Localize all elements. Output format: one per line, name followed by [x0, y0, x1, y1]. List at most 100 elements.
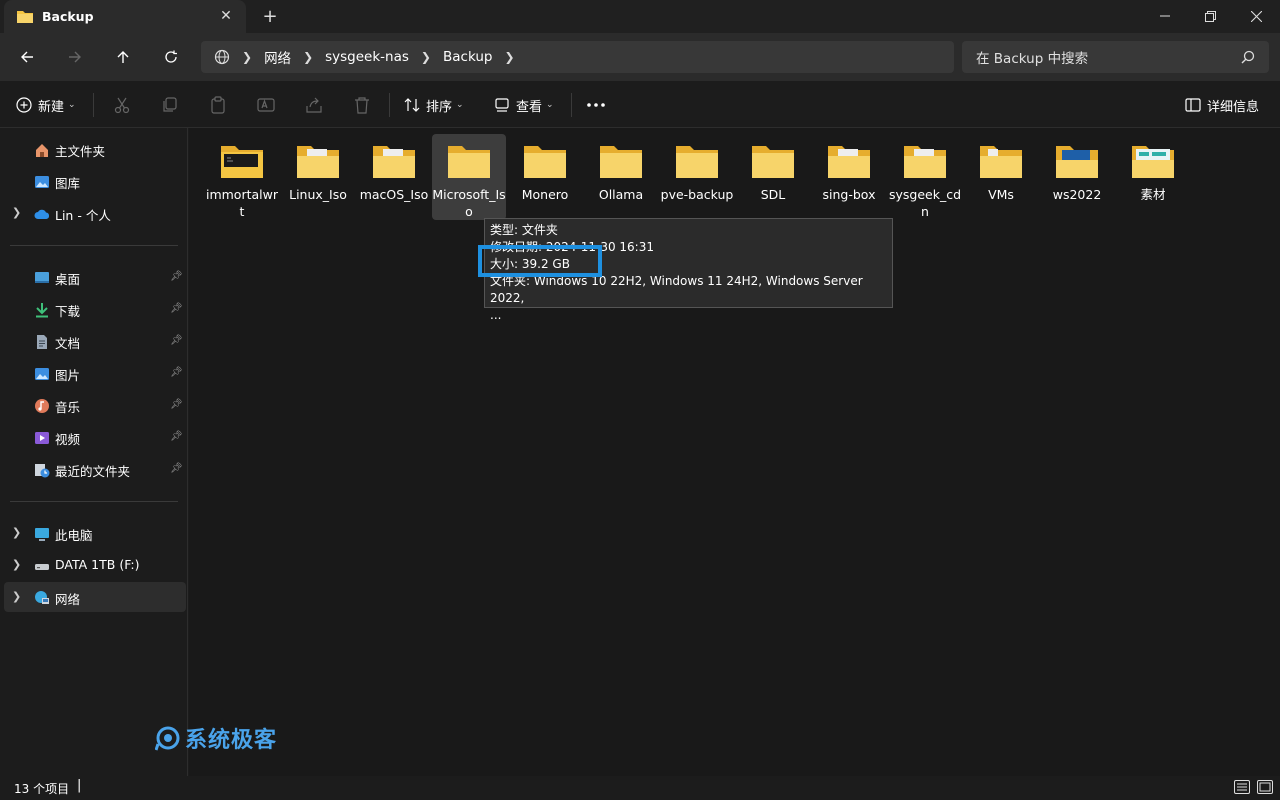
folder-icon	[752, 146, 794, 178]
sidebar-item-gallery[interactable]: 图库	[4, 166, 186, 196]
restore-icon	[1204, 10, 1216, 22]
sort-button[interactable]: 排序 ⌄	[404, 93, 464, 117]
delete-button[interactable]	[353, 93, 371, 117]
refresh-button[interactable]	[158, 45, 184, 69]
copy-icon	[163, 97, 177, 112]
sidebar-item-this-pc[interactable]: ❯ 此电脑	[4, 518, 186, 548]
folder-item[interactable]: Ollama	[584, 134, 658, 220]
close-tab-icon[interactable]: ✕	[216, 6, 236, 26]
pin-icon[interactable]: 📌︎	[170, 399, 183, 411]
folder-item[interactable]: pve-backup	[660, 134, 734, 220]
share-button[interactable]	[305, 93, 323, 117]
folder-icon	[676, 146, 718, 178]
chevron-right-icon[interactable]: ❯	[12, 526, 21, 539]
folder-item[interactable]: ws2022	[1040, 134, 1114, 220]
folder-item-selected[interactable]: Microsoft_Iso	[432, 134, 506, 220]
sidebar-item-music[interactable]: 音乐 📌︎	[4, 390, 186, 420]
clipboard-icon	[211, 96, 225, 114]
up-button[interactable]	[110, 45, 136, 69]
close-window-button[interactable]	[1233, 0, 1279, 32]
folder-icon	[448, 146, 490, 178]
search-box[interactable]: 在 Backup 中搜索	[962, 41, 1269, 73]
breadcrumb-nas[interactable]: sysgeek-nas	[325, 49, 409, 65]
details-pane-button[interactable]: 详细信息	[1185, 93, 1259, 117]
minimize-icon	[1160, 15, 1170, 17]
view-icon	[495, 98, 509, 112]
tab-backup[interactable]: Backup ✕	[4, 0, 246, 33]
chevron-right-icon[interactable]: ❯	[421, 50, 431, 64]
folder-item[interactable]: immortalwrt	[205, 134, 279, 220]
status-bar: 13 个项目 |	[0, 776, 1280, 800]
folder-item[interactable]: sing-box	[812, 134, 886, 220]
new-tab-button[interactable]: +	[260, 6, 280, 27]
pin-icon[interactable]: 📌︎	[170, 367, 183, 379]
folder-name: Linux_Iso	[289, 187, 347, 202]
title-bar: Backup ✕ +	[0, 0, 1280, 33]
pin-icon[interactable]: 📌︎	[170, 431, 183, 443]
chevron-right-icon[interactable]: ❯	[12, 558, 21, 571]
rename-button[interactable]	[257, 93, 275, 117]
folder-icon	[600, 146, 642, 178]
sidebar-item-downloads[interactable]: 下载 📌︎	[4, 294, 186, 324]
grid-view-icon	[1257, 780, 1273, 794]
chevron-right-icon[interactable]: ❯	[504, 50, 514, 64]
sidebar-item-onedrive[interactable]: ❯ Lin - 个人	[4, 198, 186, 228]
view-button[interactable]: 查看 ⌄	[494, 93, 554, 117]
folder-icon	[17, 11, 33, 23]
folder-name: sysgeek_cdn	[888, 187, 962, 219]
cut-button[interactable]	[113, 93, 131, 117]
pin-icon[interactable]: 📌︎	[170, 303, 183, 315]
chevron-down-icon: ⌄	[546, 100, 554, 110]
sort-icon	[404, 98, 420, 112]
folder-icon	[221, 146, 263, 178]
chevron-right-icon[interactable]: ❯	[242, 50, 252, 64]
watermark-text: 系统极客	[185, 728, 278, 753]
folder-item[interactable]: VMs	[964, 134, 1038, 220]
folder-name: sing-box	[822, 187, 876, 202]
folder-name: Monero	[521, 187, 569, 202]
chevron-right-icon[interactable]: ❯	[303, 50, 313, 64]
forward-button[interactable]	[62, 45, 88, 69]
pin-icon[interactable]: 📌︎	[170, 335, 183, 347]
sidebar-item-desktop[interactable]: 桌面 📌︎	[4, 262, 186, 292]
copy-button[interactable]	[161, 93, 179, 117]
pin-icon[interactable]: 📌︎	[170, 271, 183, 283]
tiles-view-button[interactable]	[1257, 780, 1275, 796]
plus-circle-icon	[16, 97, 32, 113]
folder-item[interactable]: Monero	[508, 134, 582, 220]
close-icon	[1250, 10, 1262, 22]
folder-icon	[1132, 146, 1174, 178]
folder-icon	[828, 146, 870, 178]
search-input[interactable]: 在 Backup 中搜索	[976, 47, 1088, 67]
folder-icon	[373, 146, 415, 178]
sidebar-item-recent-folders[interactable]: 最近的文件夹 📌︎	[4, 454, 186, 484]
sidebar-item-documents[interactable]: 文档 📌︎	[4, 326, 186, 356]
document-icon	[37, 335, 47, 349]
breadcrumb-network[interactable]: 网络	[264, 47, 291, 67]
chevron-right-icon[interactable]: ❯	[12, 590, 21, 603]
restore-button[interactable]	[1187, 0, 1233, 32]
details-view-button[interactable]	[1234, 780, 1252, 796]
sidebar-item-home[interactable]: 主文件夹	[4, 134, 186, 164]
folder-item[interactable]: 素材	[1116, 134, 1190, 220]
gallery-icon	[35, 176, 49, 188]
folder-item[interactable]: sysgeek_cdn	[888, 134, 962, 220]
more-options-button[interactable]	[586, 93, 606, 117]
sidebar-item-data-drive[interactable]: ❯ DATA 1TB (F:)	[4, 550, 186, 580]
folder-item[interactable]: SDL	[736, 134, 810, 220]
chevron-right-icon[interactable]: ❯	[12, 206, 21, 219]
address-bar[interactable]: ❯ 网络 ❯ sysgeek-nas ❯ Backup ❯	[201, 41, 954, 73]
new-button[interactable]: 新建 ⌄	[16, 93, 76, 117]
pin-icon[interactable]: 📌︎	[170, 463, 183, 475]
breadcrumb-backup[interactable]: Backup	[443, 49, 493, 65]
watermark: 系统极客	[155, 722, 277, 754]
folder-item[interactable]: macOS_Iso	[357, 134, 431, 220]
details-pane-icon	[1185, 98, 1201, 112]
sidebar-item-videos[interactable]: 视频 📌︎	[4, 422, 186, 452]
paste-button[interactable]	[209, 93, 227, 117]
sidebar-item-network[interactable]: ❯ 网络	[4, 582, 186, 612]
sidebar-item-pictures[interactable]: 图片 📌︎	[4, 358, 186, 388]
folder-item[interactable]: Linux_Iso	[281, 134, 355, 220]
minimize-button[interactable]	[1142, 0, 1188, 32]
back-button[interactable]	[14, 45, 40, 69]
